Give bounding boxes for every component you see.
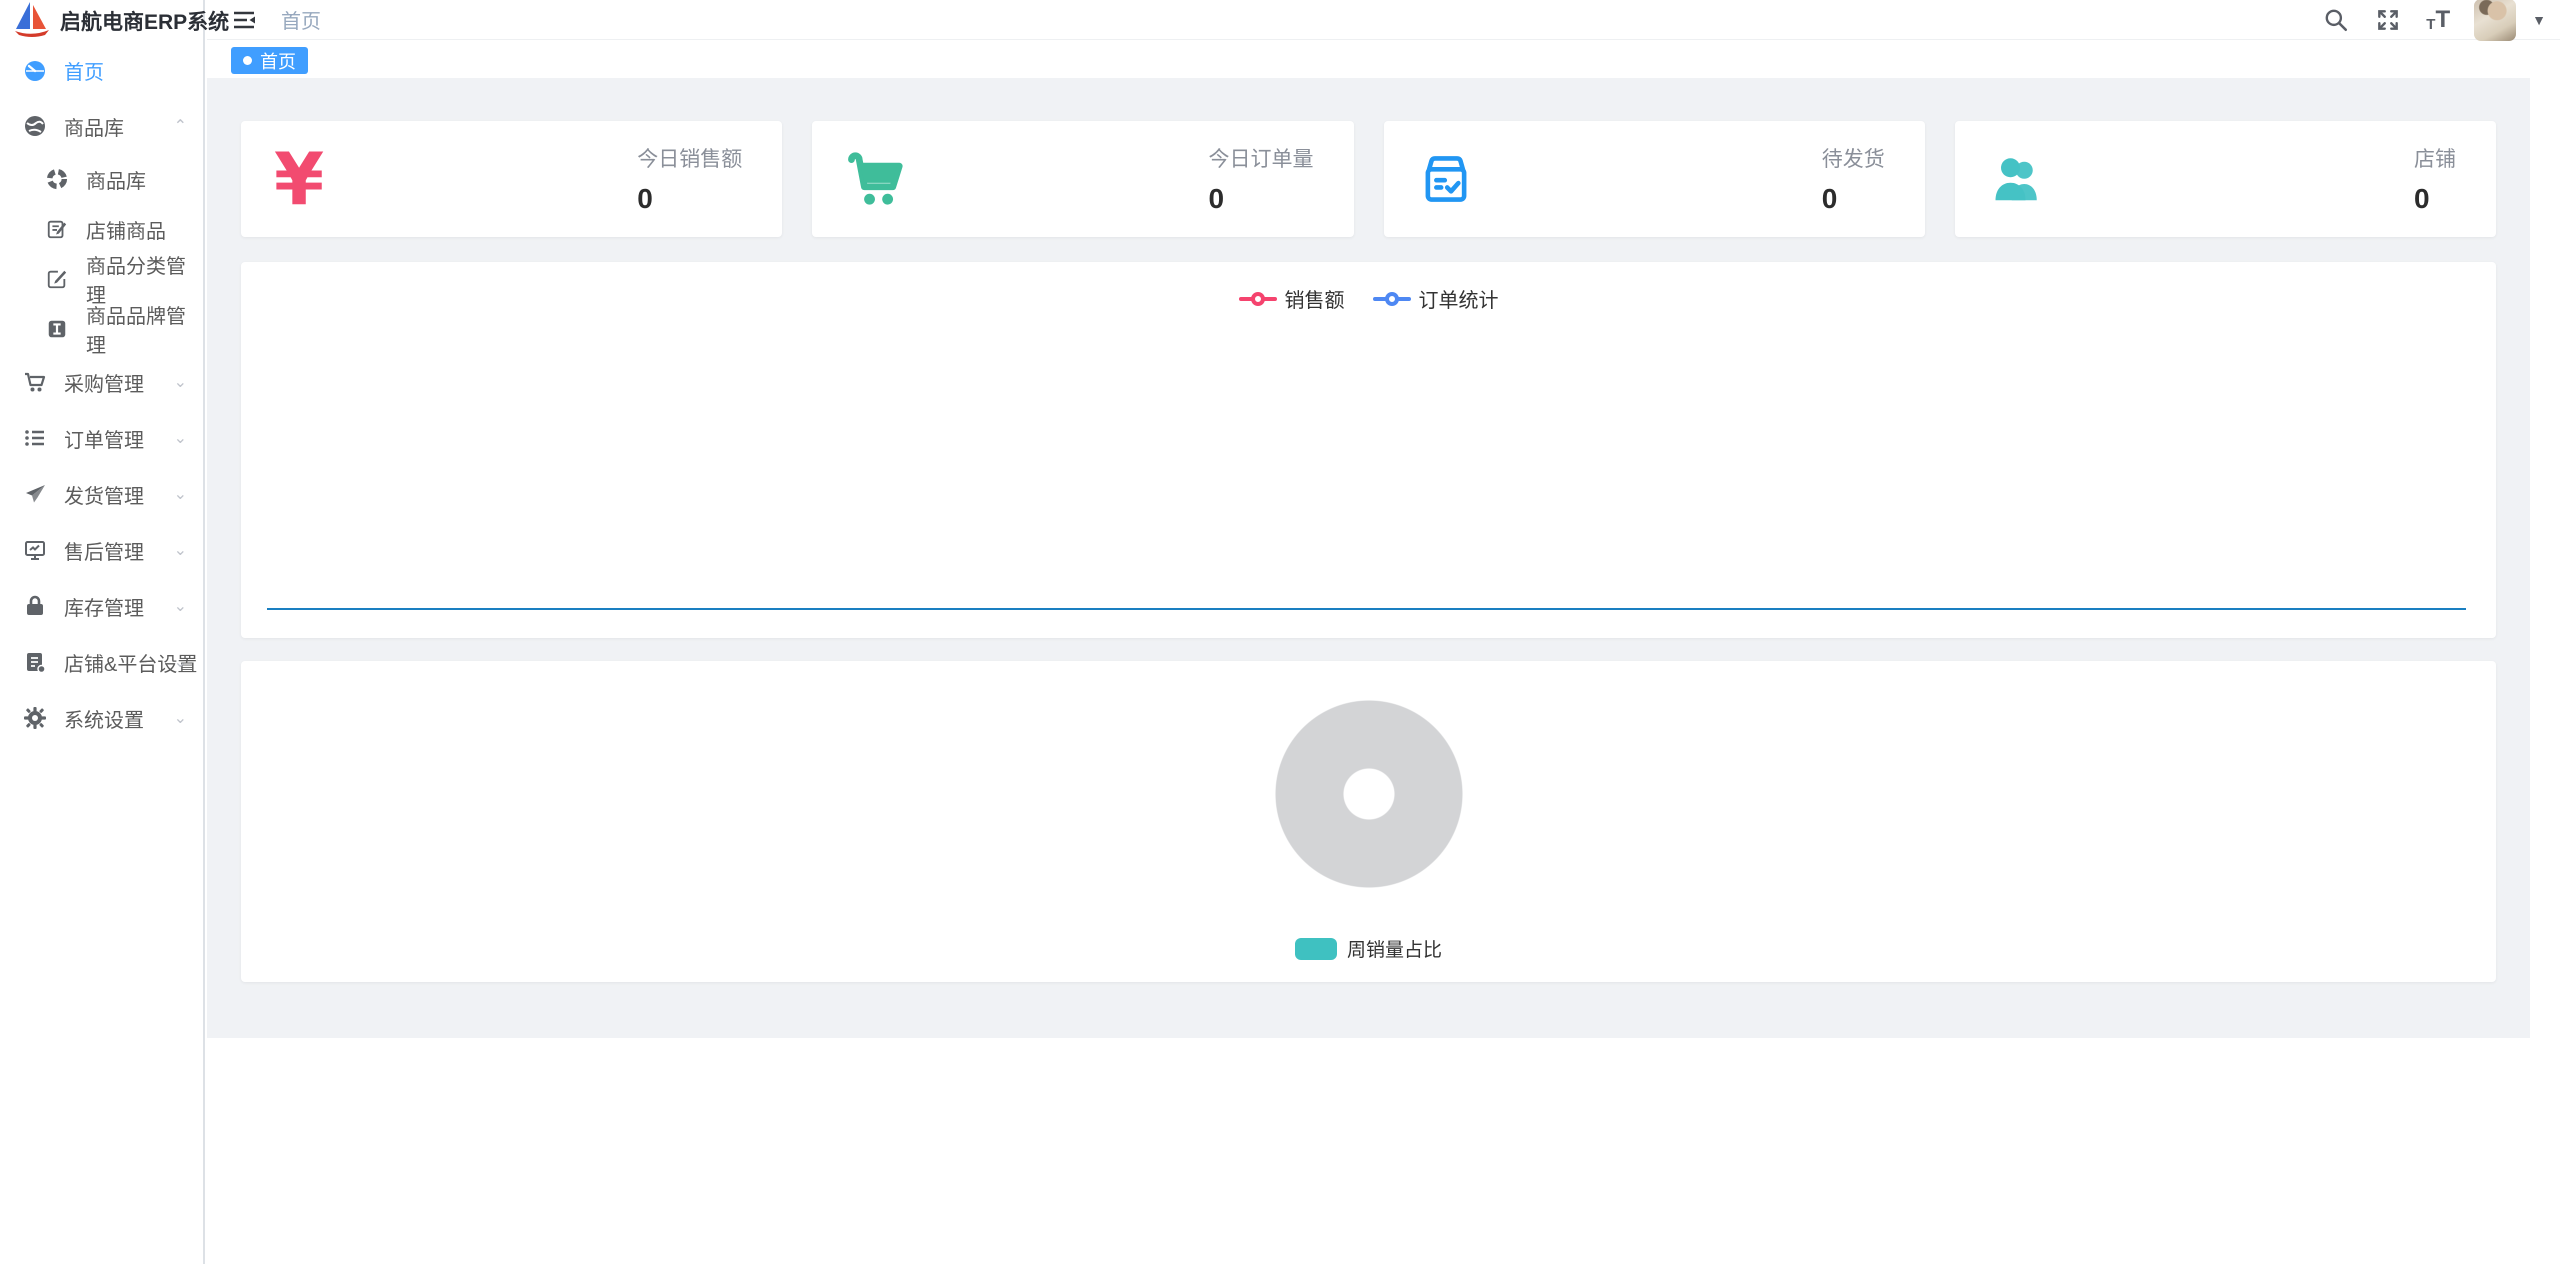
sales-orders-line-chart: 销售额 订单统计 (241, 262, 2496, 638)
legend-item-orders[interactable]: 订单统计 (1373, 284, 1499, 313)
x-axis-line (267, 608, 2466, 610)
line-marker-icon (1373, 292, 1411, 306)
top-header: 首页 TT ▼ (207, 0, 2560, 40)
gear-icon (22, 705, 48, 731)
sidebar-item-shop-products[interactable]: 店铺商品 (0, 204, 203, 254)
chevron-down-icon: ⌄ (174, 596, 187, 616)
info-icon (44, 316, 70, 342)
breadcrumb[interactable]: 首页 (281, 5, 321, 34)
presentation-icon (22, 537, 48, 563)
weekly-sales-donut-chart: 周销量占比 (241, 661, 2496, 982)
app-title: 启航电商ERP系统 (60, 6, 229, 36)
tab-bar: 首页 (207, 41, 2560, 78)
sidebar-item-inventory-management[interactable]: 库存管理 ⌄ (0, 578, 203, 634)
chevron-down-icon: ⌄ (174, 428, 187, 448)
stat-card-orders: 今日订单量 0 (812, 121, 1353, 237)
stat-value: 0 (1209, 183, 1314, 215)
sidebar-item-label: 采购管理 (64, 368, 144, 397)
caret-down-icon[interactable]: ▼ (2532, 12, 2546, 28)
edit-icon (44, 266, 70, 292)
tab-label: 首页 (260, 48, 296, 74)
sidebar: 启航电商ERP系统 首页 商品库 ⌃ 商品库 (0, 0, 205, 1264)
stat-value: 0 (637, 183, 742, 215)
sidebar-item-system-settings[interactable]: 系统设置 ⌄ (0, 690, 203, 746)
globe-icon (22, 113, 48, 139)
stat-card-shops: 店铺 0 (1955, 121, 2496, 237)
sidebar-item-label: 商品库 (86, 165, 146, 194)
avatar[interactable] (2474, 0, 2516, 41)
chevron-down-icon: ⌄ (174, 540, 187, 560)
tab-active-dot-icon (243, 56, 252, 65)
donut-placeholder (1275, 700, 1463, 888)
stat-value: 0 (2414, 183, 2456, 215)
sidebar-item-category-management[interactable]: 商品分类管理 (0, 254, 203, 304)
sidebar-item-home[interactable]: 首页 (0, 42, 203, 98)
fullscreen-icon[interactable] (2374, 6, 2402, 34)
logo-row: 启航电商ERP系统 (0, 0, 203, 42)
lock-icon (22, 593, 48, 619)
legend-swatch-icon (1295, 938, 1337, 960)
sidebar-item-label: 售后管理 (64, 536, 144, 565)
sidebar-item-label: 库存管理 (64, 592, 144, 621)
legend-label: 订单统计 (1419, 284, 1499, 313)
stat-label: 今日销售额 (637, 143, 742, 173)
sidebar-item-aftersales-management[interactable]: 售后管理 ⌄ (0, 522, 203, 578)
sidebar-item-label: 店铺商品 (86, 215, 166, 244)
main-content: ¥ 今日销售额 0 今日订单量 0 (207, 78, 2560, 1264)
legend-label: 周销量占比 (1347, 935, 1442, 962)
stat-label: 待发货 (1822, 143, 1885, 173)
sidebar-item-brand-management[interactable]: 商品品牌管理 (0, 304, 203, 354)
legend-label: 销售额 (1285, 284, 1345, 313)
sidebar-item-label: 系统设置 (64, 704, 144, 733)
send-icon (22, 481, 48, 507)
sidebar-item-label: 订单管理 (64, 424, 144, 453)
box-check-icon (1417, 150, 1475, 208)
chevron-down-icon: ⌄ (174, 484, 187, 504)
stat-label: 今日订单量 (1209, 143, 1314, 173)
cart-icon (22, 369, 48, 395)
dashboard-icon (22, 57, 48, 83)
text-size-icon[interactable]: TT (2426, 8, 2450, 32)
stat-cards-row: ¥ 今日销售额 0 今日订单量 0 (241, 121, 2496, 237)
line-marker-icon (1239, 292, 1277, 306)
sidebar-menu: 首页 商品库 ⌃ 商品库 店铺商品 (0, 42, 203, 746)
chart-legend: 销售额 订单统计 (241, 284, 2496, 313)
refresh-icon (44, 166, 70, 192)
dashboard-panel: ¥ 今日销售额 0 今日订单量 0 (207, 78, 2530, 1038)
donut-legend[interactable]: 周销量占比 (241, 935, 2496, 962)
sailboat-logo-icon (12, 0, 52, 44)
notes-icon (44, 216, 70, 242)
document-icon (22, 649, 48, 675)
stat-value: 0 (1822, 183, 1885, 215)
chevron-down-icon: ⌄ (174, 652, 187, 672)
sidebar-item-shop-platform-settings[interactable]: 店铺&平台设置 ⌄ (0, 634, 203, 690)
chevron-down-icon: ⌄ (174, 708, 187, 728)
sidebar-item-label: 商品品牌管理 (86, 300, 203, 358)
menu-fold-icon[interactable] (229, 5, 259, 35)
sidebar-item-purchase-management[interactable]: 采购管理 ⌄ (0, 354, 203, 410)
sidebar-item-product-library[interactable]: 商品库 ⌃ (0, 98, 203, 154)
users-icon (1988, 149, 2048, 209)
stat-card-sales: ¥ 今日销售额 0 (241, 121, 782, 237)
header-actions: TT ▼ (2322, 0, 2560, 41)
sidebar-item-label: 发货管理 (64, 480, 144, 509)
cart-icon (845, 148, 907, 210)
sidebar-item-shipping-management[interactable]: 发货管理 ⌄ (0, 466, 203, 522)
list-icon (22, 425, 48, 451)
chevron-down-icon: ⌄ (174, 372, 187, 392)
legend-item-sales[interactable]: 销售额 (1239, 284, 1345, 313)
sidebar-item-order-management[interactable]: 订单管理 ⌄ (0, 410, 203, 466)
stat-label: 店铺 (2414, 143, 2456, 173)
chevron-up-icon: ⌃ (174, 116, 187, 136)
sidebar-item-label: 首页 (64, 56, 104, 85)
tab-home[interactable]: 首页 (231, 47, 308, 74)
sidebar-item-product-library-sub[interactable]: 商品库 (0, 154, 203, 204)
yen-icon: ¥ (274, 143, 324, 215)
search-icon[interactable] (2322, 6, 2350, 34)
stat-card-pending-shipment: 待发货 0 (1384, 121, 1925, 237)
sidebar-item-label: 商品库 (64, 112, 124, 141)
